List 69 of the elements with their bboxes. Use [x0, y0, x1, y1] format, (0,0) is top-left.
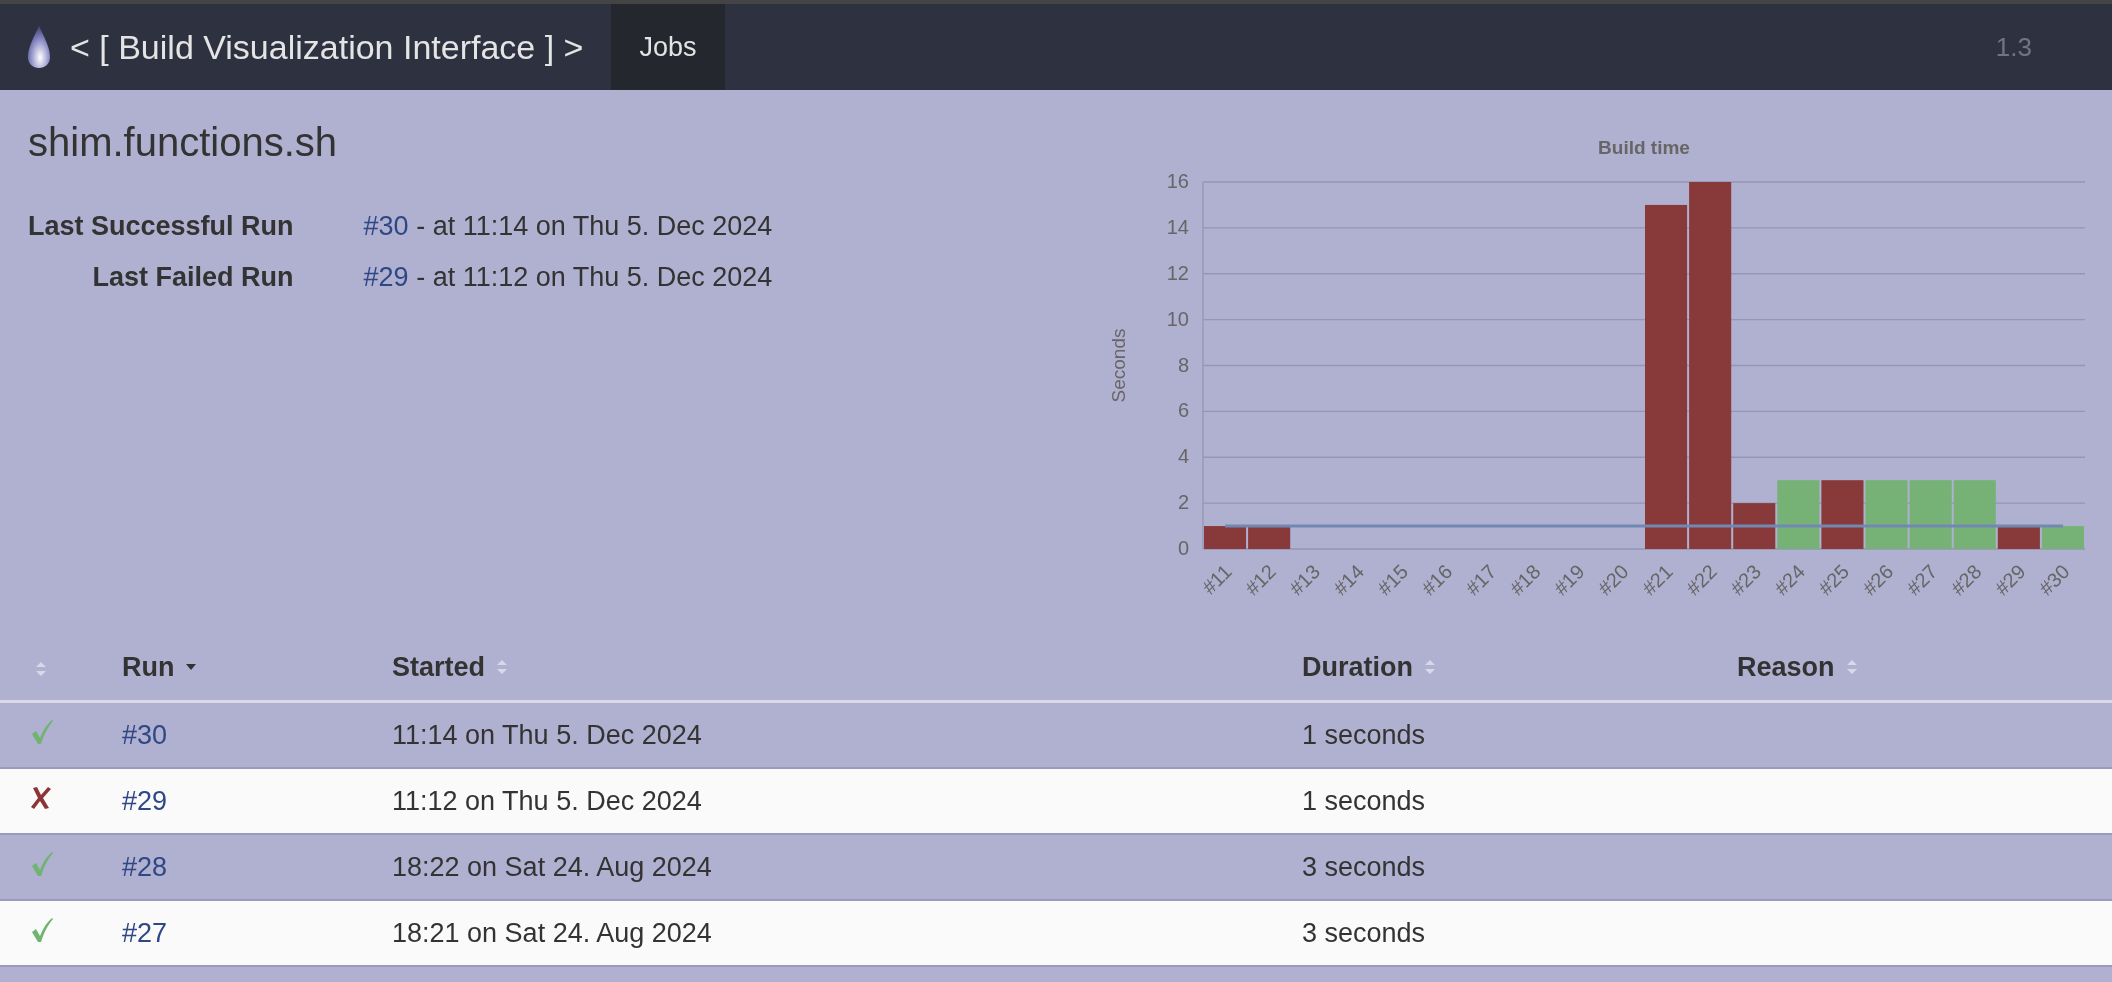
duration-cell: 1 seconds: [1302, 719, 1426, 750]
sort-icon[interactable]: [36, 661, 46, 676]
flame-logo-icon: [26, 25, 52, 69]
y-axis-label: Seconds: [1108, 328, 1129, 403]
x-tick-label: #19: [1549, 560, 1589, 600]
x-tick-label: #14: [1329, 560, 1369, 600]
x-tick-label: #12: [1240, 560, 1280, 600]
bar: [1909, 480, 1952, 549]
column-header[interactable]: Reason: [1737, 651, 1835, 683]
job-title: shim.functions.sh: [28, 120, 339, 165]
run-link[interactable]: #30: [363, 211, 409, 241]
x-tick-label: #13: [1284, 560, 1325, 600]
y-tick-label: 4: [1177, 445, 1189, 468]
run-link[interactable]: #30: [122, 719, 168, 750]
x-tick-label: #17: [1461, 560, 1501, 600]
y-tick-label: 6: [1177, 399, 1189, 422]
x-tick-label: #28: [1946, 560, 1986, 600]
bar: [1821, 480, 1864, 549]
x-tick-label: #15: [1373, 560, 1413, 600]
x-tick-label: #24: [1770, 560, 1810, 600]
y-tick-label: 14: [1166, 215, 1189, 238]
column-header[interactable]: Started: [392, 651, 486, 683]
x-tick-label: #23: [1725, 560, 1766, 600]
column-header[interactable]: Run: [122, 651, 175, 683]
y-tick-label: 8: [1177, 353, 1189, 376]
started-cell: 18:21 on Sat 24. Aug 2024: [392, 917, 712, 948]
x-tick-label: #20: [1593, 560, 1633, 600]
run-link[interactable]: #27: [122, 917, 168, 948]
x-tick-label: #25: [1814, 560, 1854, 600]
y-tick-label: 0: [1177, 537, 1189, 559]
y-tick-label: 10: [1166, 307, 1189, 330]
bar: [1204, 526, 1247, 549]
run-time-text: - at 11:14 on Thu 5. Dec 2024: [415, 211, 773, 241]
x-tick-label: #11: [1197, 560, 1236, 599]
column-header[interactable]: Duration: [1302, 651, 1413, 683]
run-link[interactable]: #29: [363, 262, 409, 292]
x-tick-label: #21: [1637, 560, 1677, 600]
app-title[interactable]: < [ Build Visualization Interface ] >: [70, 27, 584, 67]
run-link[interactable]: #28: [122, 851, 168, 882]
x-tick-label: #16: [1417, 560, 1457, 600]
summary-label: Last Successful Run: [28, 211, 294, 242]
summary-label: Last Failed Run: [91, 262, 294, 293]
x-tick-label: #26: [1858, 560, 1898, 600]
x-tick-label: #29: [1990, 560, 2030, 600]
sort-icon[interactable]: [1425, 660, 1435, 674]
y-tick-label: 2: [1177, 491, 1189, 514]
bar: [1248, 526, 1291, 549]
y-tick-label: 16: [1166, 170, 1189, 192]
x-tick-label: #30: [2034, 560, 2074, 600]
duration-cell: 1 seconds: [1302, 785, 1426, 816]
sort-icon[interactable]: [497, 660, 508, 674]
sort-descending-icon[interactable]: [186, 664, 197, 670]
started-cell: 11:14 on Thu 5. Dec 2024: [392, 719, 702, 750]
started-cell: 18:22 on Sat 24. Aug 2024: [392, 851, 712, 882]
nav-tab[interactable]: Jobs: [611, 4, 725, 90]
version-label: 1.3: [1995, 31, 2032, 63]
run-link[interactable]: #29: [122, 785, 168, 816]
chart-title: Build time: [1598, 137, 1690, 158]
bar: [2041, 526, 2084, 549]
duration-cell: 3 seconds: [1302, 917, 1426, 948]
x-tick-label: #18: [1505, 560, 1545, 600]
duration-cell: 3 seconds: [1302, 851, 1426, 882]
bar: [1865, 480, 1908, 549]
run-time-text: - at 11:12 on Thu 5. Dec 2024: [415, 262, 773, 292]
sort-icon[interactable]: [1846, 660, 1857, 674]
y-tick-label: 12: [1166, 261, 1189, 284]
x-tick-label: #27: [1902, 560, 1942, 600]
x-tick-label: #22: [1681, 560, 1721, 600]
started-cell: 11:12 on Thu 5. Dec 2024: [392, 785, 702, 816]
